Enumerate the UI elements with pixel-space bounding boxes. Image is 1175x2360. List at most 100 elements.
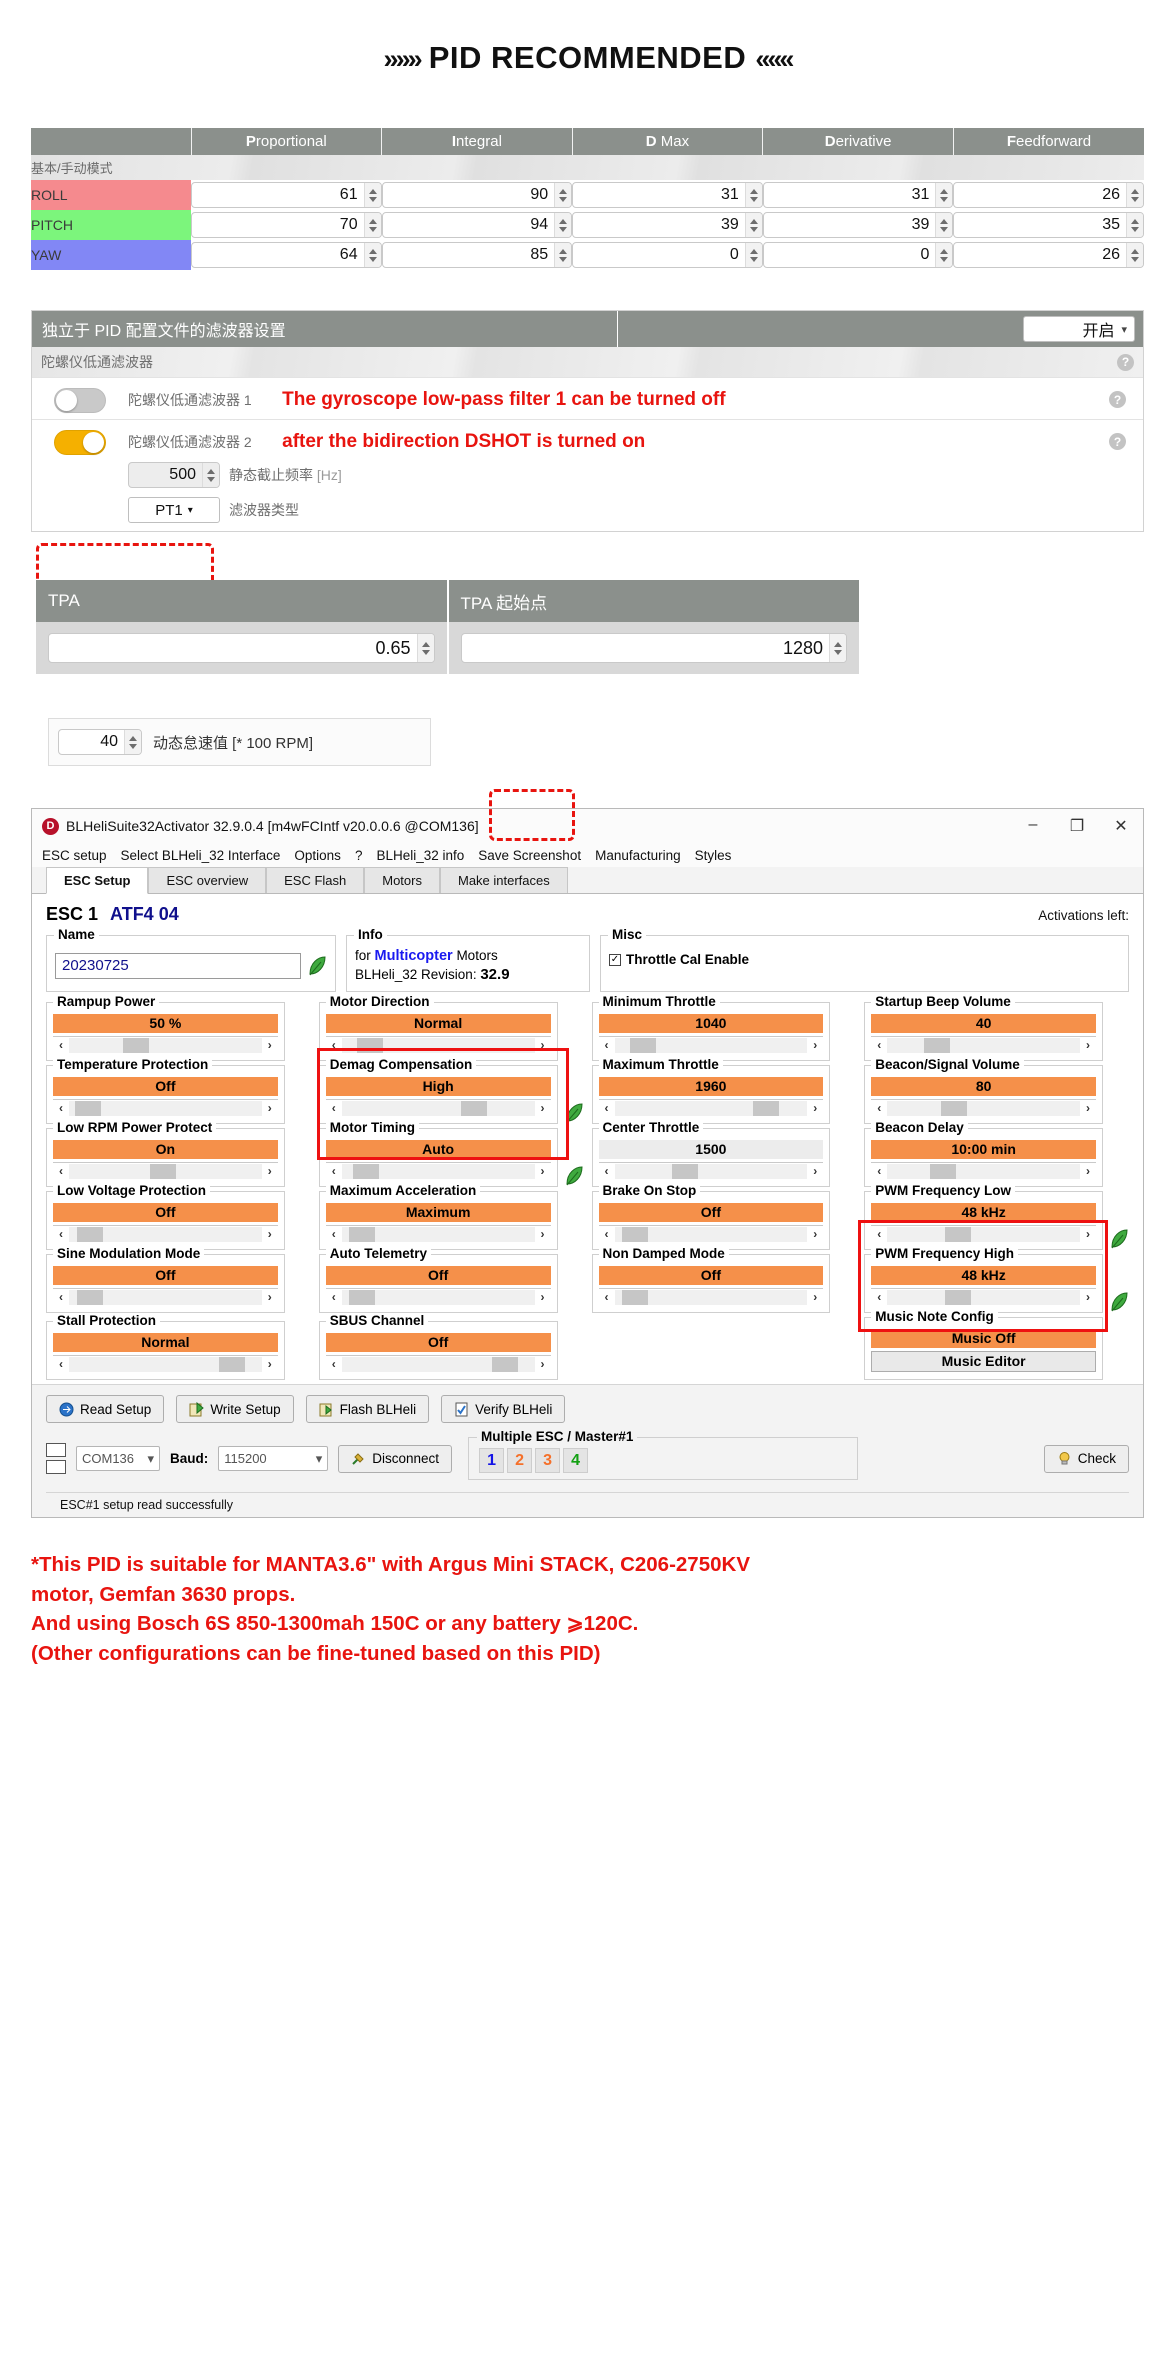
slider-thumb[interactable] [945, 1227, 971, 1242]
tab-esc-flash[interactable]: ESC Flash [266, 867, 364, 893]
setting-slider[interactable]: ‹› [599, 1288, 824, 1305]
chevron-right-icon[interactable]: › [1080, 1290, 1096, 1304]
chevron-right-icon[interactable]: › [807, 1101, 823, 1115]
slider-thumb[interactable] [123, 1038, 149, 1053]
chevron-right-icon[interactable]: › [1080, 1038, 1096, 1052]
setting-slider[interactable]: ‹› [53, 1099, 278, 1116]
pid-input[interactable]: 39 [572, 212, 763, 238]
slider-track[interactable] [342, 1290, 535, 1305]
pid-input[interactable]: 26 [953, 242, 1144, 268]
slider-track[interactable] [615, 1227, 808, 1242]
esc-name-input[interactable]: 20230725 [55, 953, 301, 979]
slider-track[interactable] [615, 1101, 808, 1116]
menu-item[interactable]: Select BLHeli_32 Interface [121, 848, 281, 863]
chevron-left-icon[interactable]: ‹ [599, 1290, 615, 1304]
setting-slider[interactable]: ‹› [326, 1355, 551, 1372]
pid-input[interactable]: 0 [763, 242, 954, 268]
slider-thumb[interactable] [622, 1290, 648, 1305]
setting-slider[interactable]: ‹› [53, 1288, 278, 1305]
slider-track[interactable] [887, 1227, 1080, 1242]
close-button[interactable]: ✕ [1099, 816, 1143, 836]
slider-thumb[interactable] [77, 1290, 103, 1305]
slider-track[interactable] [69, 1357, 262, 1372]
leaf-icon[interactable] [564, 1102, 584, 1124]
spinner-arrows-icon[interactable] [364, 243, 381, 267]
slider-thumb[interactable] [941, 1101, 967, 1116]
chevron-left-icon[interactable]: ‹ [53, 1357, 69, 1371]
chevron-right-icon[interactable]: › [535, 1164, 551, 1178]
leaf-icon[interactable] [1109, 1228, 1129, 1250]
chevron-left-icon[interactable]: ‹ [326, 1357, 342, 1371]
chevron-left-icon[interactable]: ‹ [871, 1227, 887, 1241]
pid-input[interactable]: 85 [382, 242, 573, 268]
slider-thumb[interactable] [622, 1227, 648, 1242]
spinner-arrows-icon[interactable] [1126, 183, 1143, 207]
slider-thumb[interactable] [353, 1164, 379, 1179]
slider-track[interactable] [887, 1290, 1080, 1305]
dynamic-idle-input[interactable]: 40 [58, 729, 142, 755]
slider-thumb[interactable] [924, 1038, 950, 1053]
chevron-left-icon[interactable]: ‹ [871, 1101, 887, 1115]
spinner-arrows-icon[interactable] [554, 243, 571, 267]
setting-slider[interactable]: ‹› [53, 1162, 278, 1179]
checkbox-icon[interactable]: ✓ [609, 954, 621, 966]
setting-slider[interactable]: ‹› [326, 1099, 551, 1116]
baud-select[interactable]: 115200 ▾ [218, 1446, 328, 1471]
menu-item[interactable]: BLHeli_32 info [376, 848, 464, 863]
chevron-right-icon[interactable]: › [535, 1038, 551, 1052]
spinner-arrows-icon[interactable] [745, 213, 762, 237]
slider-track[interactable] [342, 1164, 535, 1179]
chevron-right-icon[interactable]: › [262, 1290, 278, 1304]
pid-input[interactable]: 35 [953, 212, 1144, 238]
spinner-arrows-icon[interactable] [554, 213, 571, 237]
slider-track[interactable] [69, 1038, 262, 1053]
music-editor-button[interactable]: Music Editor [871, 1351, 1096, 1372]
slider-track[interactable] [69, 1164, 262, 1179]
slider-track[interactable] [342, 1038, 535, 1053]
tab-esc-setup[interactable]: ESC Setup [46, 867, 148, 894]
setting-slider[interactable]: ‹› [326, 1162, 551, 1179]
slider-thumb[interactable] [150, 1164, 176, 1179]
slider-thumb[interactable] [930, 1164, 956, 1179]
slider-thumb[interactable] [349, 1290, 375, 1305]
chevron-right-icon[interactable]: › [262, 1227, 278, 1241]
write-setup-button[interactable]: Write Setup [176, 1395, 293, 1423]
slider-thumb[interactable] [492, 1357, 518, 1372]
gyro-lpf2-toggle[interactable] [54, 430, 106, 455]
minimize-button[interactable]: – [1011, 816, 1055, 836]
slider-track[interactable] [342, 1101, 535, 1116]
spinner-arrows-icon[interactable] [745, 183, 762, 207]
chevron-left-icon[interactable]: ‹ [326, 1290, 342, 1304]
menu-item[interactable]: Manufacturing [595, 848, 681, 863]
slider-track[interactable] [615, 1038, 808, 1053]
chevron-left-icon[interactable]: ‹ [326, 1227, 342, 1241]
chevron-right-icon[interactable]: › [807, 1164, 823, 1178]
slider-track[interactable] [887, 1164, 1080, 1179]
chevron-right-icon[interactable]: › [807, 1227, 823, 1241]
chevron-right-icon[interactable]: › [535, 1357, 551, 1371]
chevron-left-icon[interactable]: ‹ [53, 1290, 69, 1304]
slider-thumb[interactable] [349, 1227, 375, 1242]
setting-slider[interactable]: ‹› [599, 1099, 824, 1116]
pid-input[interactable]: 39 [763, 212, 954, 238]
slider-track[interactable] [615, 1290, 808, 1305]
menu-item[interactable]: Styles [695, 848, 732, 863]
chevron-right-icon[interactable]: › [807, 1290, 823, 1304]
slider-thumb[interactable] [672, 1164, 698, 1179]
chevron-left-icon[interactable]: ‹ [871, 1164, 887, 1178]
setting-slider[interactable]: ‹› [599, 1036, 824, 1053]
slider-track[interactable] [342, 1227, 535, 1242]
pid-input[interactable]: 64 [191, 242, 382, 268]
chevron-left-icon[interactable]: ‹ [599, 1227, 615, 1241]
chevron-right-icon[interactable]: › [262, 1038, 278, 1052]
setting-slider[interactable]: ‹› [53, 1355, 278, 1372]
spinner-arrows-icon[interactable] [364, 213, 381, 237]
slider-thumb[interactable] [945, 1290, 971, 1305]
pid-input[interactable]: 61 [191, 182, 382, 208]
chevron-right-icon[interactable]: › [1080, 1101, 1096, 1115]
check-button[interactable]: Check [1044, 1445, 1129, 1473]
tab-make-interfaces[interactable]: Make interfaces [440, 867, 568, 893]
chevron-left-icon[interactable]: ‹ [871, 1290, 887, 1304]
menu-item[interactable]: Save Screenshot [478, 848, 581, 863]
slider-track[interactable] [69, 1290, 262, 1305]
